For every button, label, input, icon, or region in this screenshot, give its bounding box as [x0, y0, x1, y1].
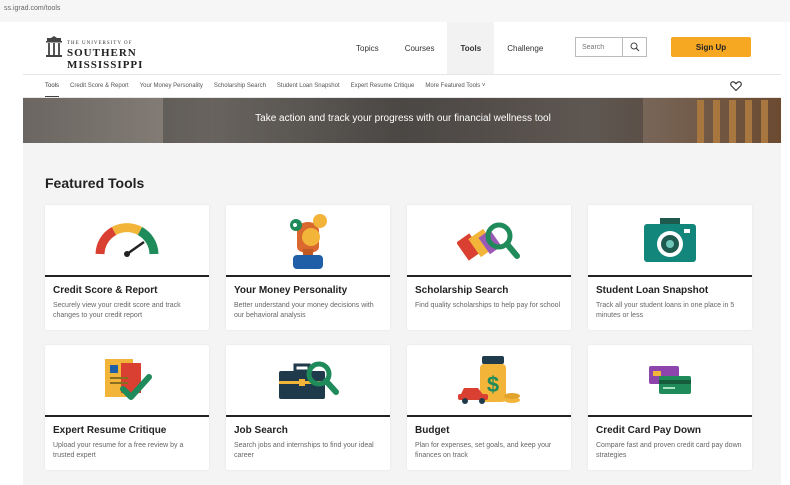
card-title: Scholarship Search [415, 285, 509, 296]
search-icon [630, 42, 639, 52]
subnav-more-tools[interactable]: More Featured Tools ˅ [425, 75, 485, 97]
sign-up-button[interactable]: Sign Up [671, 37, 751, 57]
svg-text:$: $ [487, 372, 499, 397]
search-input[interactable] [576, 38, 622, 56]
scholarship-magnifier-icon [457, 222, 520, 261]
page: THE UNIVERSITY OF SOUTHERN MISSISSIPPI T… [23, 22, 781, 485]
card-title: Job Search [234, 425, 288, 436]
card-desc: Track all your student loans in one plac… [596, 302, 735, 319]
card-title: Credit Card Pay Down [596, 425, 702, 436]
tool-card-job-search[interactable]: Job Search Search jobs and internships t… [226, 345, 390, 470]
logo-line-2: SOUTHERN MISSISSIPPI [67, 47, 144, 71]
card-desc: Upload your resume for a free review by … [53, 442, 184, 459]
card-desc: Compare fast and proven credit card pay … [596, 442, 742, 459]
university-logo[interactable]: THE UNIVERSITY OF SOUTHERN MISSISSIPPI [45, 36, 205, 71]
subnav-money-personality[interactable]: Your Money Personality [140, 75, 203, 97]
tool-card-credit-card-pay-down[interactable]: Credit Card Pay Down Compare fast and pr… [588, 345, 752, 470]
nav-courses[interactable]: Courses [392, 22, 448, 74]
credit-cards-icon [649, 366, 691, 394]
camera-icon [644, 218, 696, 262]
heart-icon[interactable] [730, 80, 742, 92]
subnav-tools[interactable]: Tools [45, 75, 60, 97]
url-text[interactable]: ss.igrad.com/tools [4, 5, 60, 12]
main-nav: Topics Courses Tools Challenge [343, 22, 556, 74]
tools-subnav: Tools Credit Score & Report Your Money P… [23, 74, 781, 98]
tool-card-scholarship-search[interactable]: Scholarship Search Find quality scholars… [407, 205, 571, 330]
card-desc: Find quality scholarships to help pay fo… [415, 302, 561, 309]
subnav-credit-score[interactable]: Credit Score & Report [70, 75, 129, 97]
banner-text: Take action and track your progress with… [255, 113, 551, 124]
card-title: Your Money Personality [234, 285, 348, 296]
tool-card-student-loan[interactable]: Student Loan Snapshot Track all your stu… [588, 205, 752, 330]
tool-card-budget[interactable]: $ Budget Plan for expenses, set goals, a… [407, 345, 571, 470]
nav-tools[interactable]: Tools [447, 22, 495, 74]
tool-card-money-personality[interactable]: Your Money Personality Better understand… [226, 205, 390, 330]
card-title: Expert Resume Critique [53, 425, 167, 436]
browser-address-bar[interactable]: ss.igrad.com/tools [0, 0, 790, 22]
hero-banner: Take action and track your progress with… [23, 98, 781, 143]
search-box [575, 37, 647, 57]
budget-jar-icon: $ [458, 356, 520, 404]
resume-check-icon [105, 359, 152, 400]
card-title: Credit Score & Report [53, 285, 158, 296]
nav-topics[interactable]: Topics [343, 22, 392, 74]
tool-card-credit-score[interactable]: Credit Score & Report Securely view your… [45, 205, 209, 330]
tool-card-resume-critique[interactable]: Expert Resume Critique Upload your resum… [45, 345, 209, 470]
logo-line-1: THE UNIVERSITY OF [67, 41, 133, 46]
personality-head-icon [290, 214, 327, 269]
search-button[interactable] [622, 38, 646, 56]
card-desc: Plan for expenses, set goals, and keep y… [415, 442, 552, 459]
card-title: Budget [415, 425, 450, 436]
card-desc: Better understand your money decisions w… [234, 302, 374, 319]
subnav-scholarship-search[interactable]: Scholarship Search [214, 75, 266, 97]
card-title: Student Loan Snapshot [596, 285, 709, 296]
nav-challenge[interactable]: Challenge [494, 22, 556, 74]
subnav-resume-critique[interactable]: Expert Resume Critique [351, 75, 415, 97]
card-desc: Search jobs and internships to find your… [234, 442, 374, 459]
university-seal-icon [46, 36, 62, 57]
site-header: THE UNIVERSITY OF SOUTHERN MISSISSIPPI T… [23, 22, 781, 74]
card-desc: Securely view your credit score and trac… [53, 302, 181, 319]
briefcase-magnifier-icon [279, 361, 339, 399]
subnav-student-loan[interactable]: Student Loan Snapshot [277, 75, 340, 97]
featured-tools-title: Featured Tools [45, 175, 145, 191]
gauge-icon [95, 223, 159, 257]
